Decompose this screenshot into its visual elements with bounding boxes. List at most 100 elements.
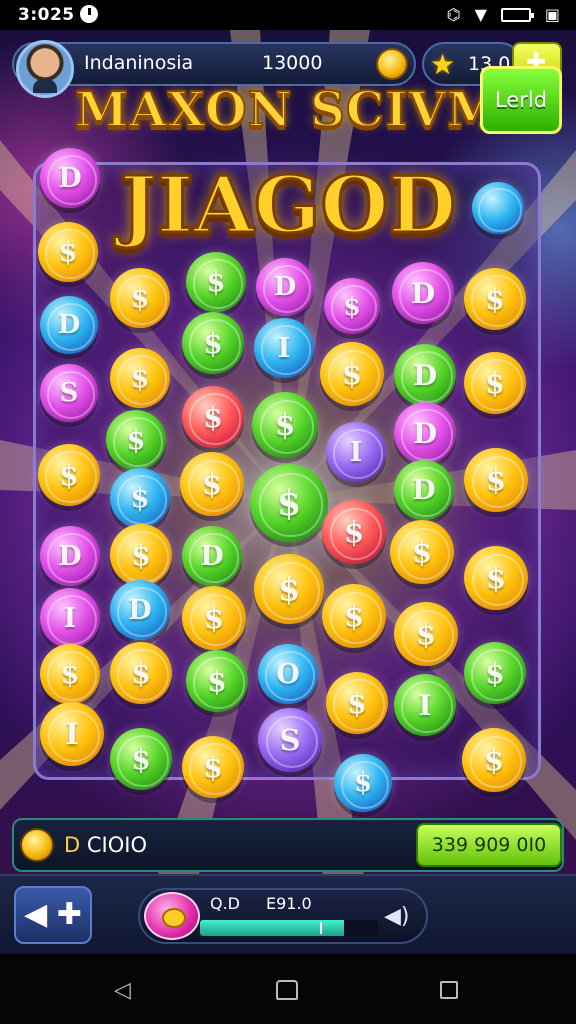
blue-coin[interactable]: O	[258, 644, 318, 704]
gold-coin[interactable]: $	[464, 546, 528, 610]
pink-coin[interactable]: S	[40, 364, 98, 422]
play-button[interactable]: Lerld	[480, 66, 562, 134]
purple-coin[interactable]: S	[258, 708, 322, 772]
gold-coin[interactable]: I	[40, 702, 104, 766]
back-button[interactable]: ◀ ✚	[14, 886, 92, 944]
gold-coin[interactable]: $	[110, 348, 170, 408]
green-coin[interactable]: D	[394, 344, 456, 406]
green-coin[interactable]: D	[394, 460, 454, 520]
green-coin[interactable]: I	[394, 674, 456, 736]
pink-coin[interactable]: I	[40, 588, 100, 648]
coin-symbol: I	[65, 717, 79, 751]
green-coin[interactable]: $	[250, 464, 328, 542]
green-coin[interactable]: $	[464, 642, 526, 704]
gold-coin[interactable]: $	[320, 342, 384, 406]
nav-home-icon[interactable]	[276, 980, 298, 1000]
coin-symbol: $	[206, 266, 226, 298]
pink-coin[interactable]: D	[40, 526, 100, 586]
control-bar: ◀ ✚ Q.D E91.0 ◀)	[0, 874, 576, 954]
wifi-icon: ▼	[474, 5, 487, 24]
coin-symbol: $	[485, 561, 507, 595]
player-name: Indaninosia	[84, 52, 194, 74]
blue-coin[interactable]: I	[254, 318, 314, 378]
gold-coin[interactable]: $	[40, 644, 100, 704]
coin-symbol: $	[203, 400, 223, 434]
info-text: CIOIO	[86, 833, 147, 857]
gold-coin[interactable]: $	[110, 642, 172, 704]
coin-symbol: $	[485, 656, 505, 690]
green-coin[interactable]: $	[186, 650, 248, 712]
coin-symbol: D	[412, 416, 438, 450]
pink-coin[interactable]: D	[256, 258, 314, 316]
red-coin[interactable]: $	[182, 386, 244, 448]
status-time: 3:025	[18, 5, 75, 25]
coin-symbol: S	[59, 378, 79, 408]
gold-coin[interactable]: $	[322, 584, 386, 648]
progress-panel: Q.D E91.0 ◀)	[138, 888, 428, 944]
info-label: D CIOIO	[64, 833, 147, 857]
alarm-clock-icon	[80, 5, 98, 23]
info-prefix: D	[64, 833, 81, 857]
gold-coin[interactable]: $	[182, 586, 246, 650]
gold-coin[interactable]: $	[38, 444, 100, 506]
blue-coin[interactable]: $	[110, 468, 170, 528]
game-title-main: JIAGOD	[118, 159, 457, 253]
coin-symbol: I	[63, 602, 77, 634]
coin-symbol: $	[276, 482, 302, 524]
profile-bar[interactable]: Indaninosia 13000	[12, 40, 416, 98]
gold-coin[interactable]: $	[462, 728, 526, 792]
gold-coin[interactable]: $	[254, 554, 324, 624]
coin-symbol: $	[353, 768, 373, 798]
gold-coin[interactable]: $	[394, 602, 458, 666]
gold-coin[interactable]: $	[110, 268, 170, 328]
notification-icon: ▣	[544, 5, 560, 24]
coin-symbol: $	[415, 617, 437, 651]
gold-coin[interactable]: $	[180, 452, 244, 516]
coin-symbol: I	[277, 332, 291, 364]
gold-coin[interactable]: $	[110, 524, 172, 586]
green-coin[interactable]: $	[110, 728, 172, 790]
sound-icon[interactable]: ◀)	[384, 904, 410, 929]
gold-coin[interactable]: $	[464, 268, 526, 330]
green-coin[interactable]: $	[182, 312, 244, 374]
coin-symbol: S	[279, 723, 301, 757]
system-nav-bar: ◁	[0, 954, 576, 1024]
gold-coin[interactable]: $	[390, 520, 454, 584]
pink-coin[interactable]: $	[324, 278, 380, 334]
green-coin[interactable]: D	[182, 526, 242, 586]
gold-coin[interactable]: $	[182, 736, 244, 798]
pink-coin[interactable]: D	[394, 402, 456, 464]
coin-symbol: $	[203, 750, 223, 784]
coin-symbol: $	[131, 656, 151, 690]
coin-symbol: D	[410, 276, 436, 310]
bet-button[interactable]: 339 909 0I0	[416, 823, 562, 867]
blue-coin[interactable]: $	[334, 754, 392, 812]
pink-coin[interactable]: D	[392, 262, 454, 324]
coin-symbol: $	[485, 463, 507, 497]
coin-symbol: $	[203, 326, 223, 360]
red-coin[interactable]: $	[322, 500, 386, 564]
coin-icon[interactable]	[376, 48, 408, 80]
nav-recent-icon[interactable]	[440, 981, 458, 999]
nav-back-icon[interactable]: ◁	[114, 978, 131, 1003]
blue-coin[interactable]: D	[40, 296, 98, 354]
coin-symbol: $	[59, 458, 79, 492]
signal-icon: ⌬	[446, 5, 461, 24]
gold-coin[interactable]: $	[464, 352, 526, 414]
coin-symbol: D	[273, 272, 297, 302]
green-coin[interactable]: $	[186, 252, 246, 312]
coin-balance: 13000	[262, 52, 323, 74]
purple-coin[interactable]: I	[326, 422, 386, 482]
green-coin[interactable]: $	[252, 392, 318, 458]
green-coin[interactable]: $	[106, 410, 166, 470]
status-bar: 3:025 ⌬ ▼ ▣	[0, 0, 576, 30]
coin-symbol: $	[131, 538, 151, 572]
coin-symbol: $	[131, 742, 151, 776]
star-icon: ★	[430, 48, 456, 81]
spin-icon[interactable]	[144, 892, 200, 940]
blue-coin[interactable]: D	[110, 580, 170, 640]
gold-coin[interactable]: $	[326, 672, 388, 734]
coin-symbol: $	[485, 282, 505, 316]
gold-coin[interactable]: $	[464, 448, 528, 512]
coin-symbol: O	[276, 658, 300, 690]
